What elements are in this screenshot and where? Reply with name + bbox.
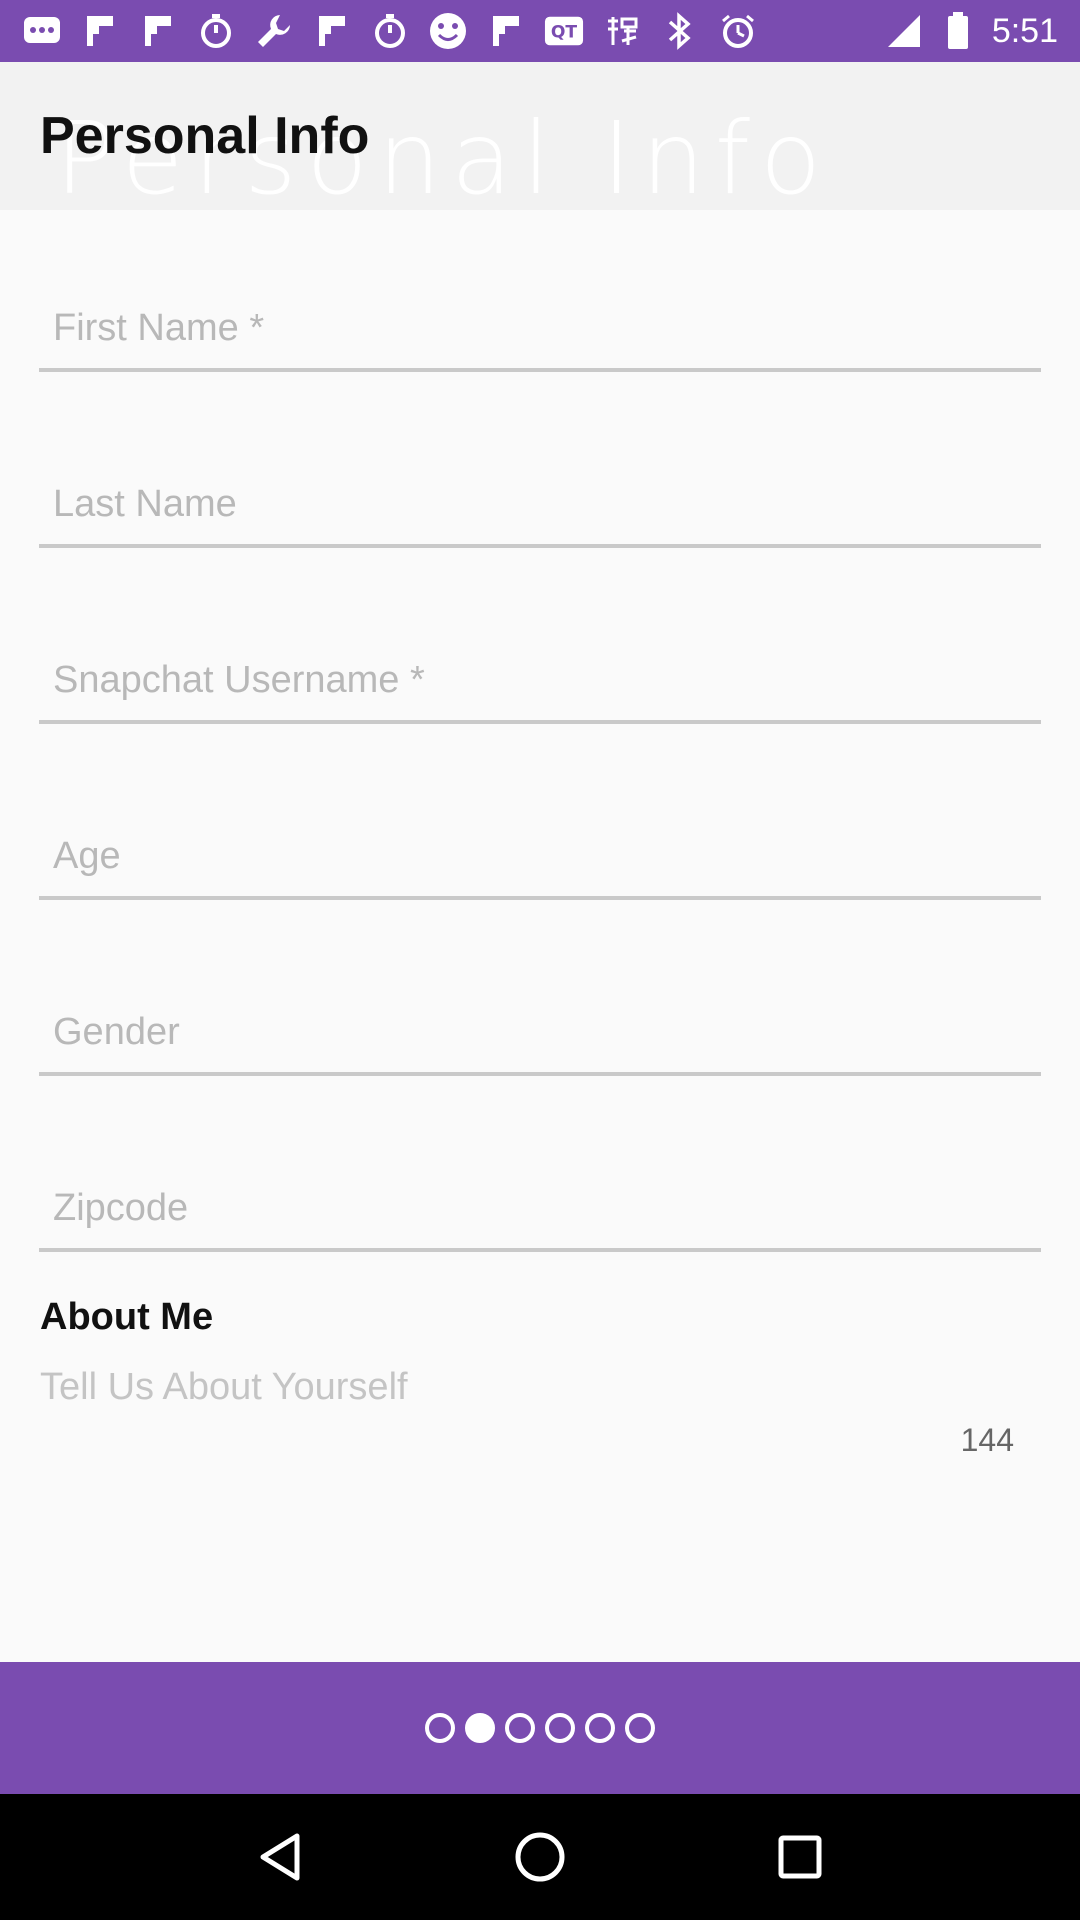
chat-bubble-icon: [22, 11, 62, 51]
age-input[interactable]: [39, 835, 1041, 878]
snapchat-username-input[interactable]: [39, 659, 1041, 702]
zipcode-input[interactable]: [39, 1187, 1041, 1230]
screen: QT 5:51 Personal Info Personal Info Firs…: [0, 0, 1080, 1920]
about-me-label: About Me: [40, 1296, 214, 1338]
status-right: 5:51: [884, 11, 1058, 51]
taobao-icon: [602, 11, 642, 51]
page-dot: [585, 1713, 615, 1743]
last-name-input[interactable]: [39, 483, 1041, 526]
page-dot: [545, 1713, 575, 1743]
header: Personal Info Personal Info: [0, 62, 1080, 217]
wrench-icon: [254, 11, 294, 51]
status-bar: QT 5:51: [0, 0, 1080, 62]
bluetooth-icon: [660, 11, 700, 51]
back-triangle-icon: [260, 1833, 300, 1881]
battery-icon: [938, 11, 978, 51]
recents-button[interactable]: [765, 1822, 835, 1892]
last-name-field: [39, 428, 1041, 548]
notification-icons: QT: [22, 11, 884, 51]
svg-text:QT: QT: [551, 23, 578, 43]
character-counter: 144: [960, 1422, 1014, 1458]
flipboard-icon: [80, 11, 120, 51]
about-me-input[interactable]: [40, 1366, 1040, 1486]
page-dot: [465, 1713, 495, 1743]
flipboard-icon: [312, 11, 352, 51]
smiley-icon: [428, 11, 468, 51]
timer-icon: [196, 11, 236, 51]
page-indicator: [425, 1713, 655, 1743]
zipcode-field: [39, 1132, 1041, 1252]
page-dot: [425, 1713, 455, 1743]
timer-icon: [370, 11, 410, 51]
age-field: [39, 780, 1041, 900]
home-circle-icon: [515, 1832, 565, 1882]
snapchat-username-field: [39, 604, 1041, 724]
gender-field: [39, 956, 1041, 1076]
back-button[interactable]: [245, 1822, 315, 1892]
page-title: Personal Info: [40, 107, 370, 165]
status-time: 5:51: [991, 11, 1058, 50]
signal-icon: [884, 11, 924, 51]
page-dot: [505, 1713, 535, 1743]
page-dot: [625, 1713, 655, 1743]
alarm-icon: [718, 11, 758, 51]
flipboard-icon: [138, 11, 178, 51]
navigation-bar: [0, 1794, 1080, 1920]
gender-input[interactable]: [39, 1011, 1041, 1054]
first-name-input[interactable]: [39, 307, 1041, 350]
flipboard-icon: [486, 11, 526, 51]
recents-square-icon: [778, 1835, 822, 1879]
first-name-field: [39, 252, 1041, 372]
qt-icon: QT: [544, 11, 584, 51]
pager-bar: [0, 1662, 1080, 1794]
home-button[interactable]: [505, 1822, 575, 1892]
